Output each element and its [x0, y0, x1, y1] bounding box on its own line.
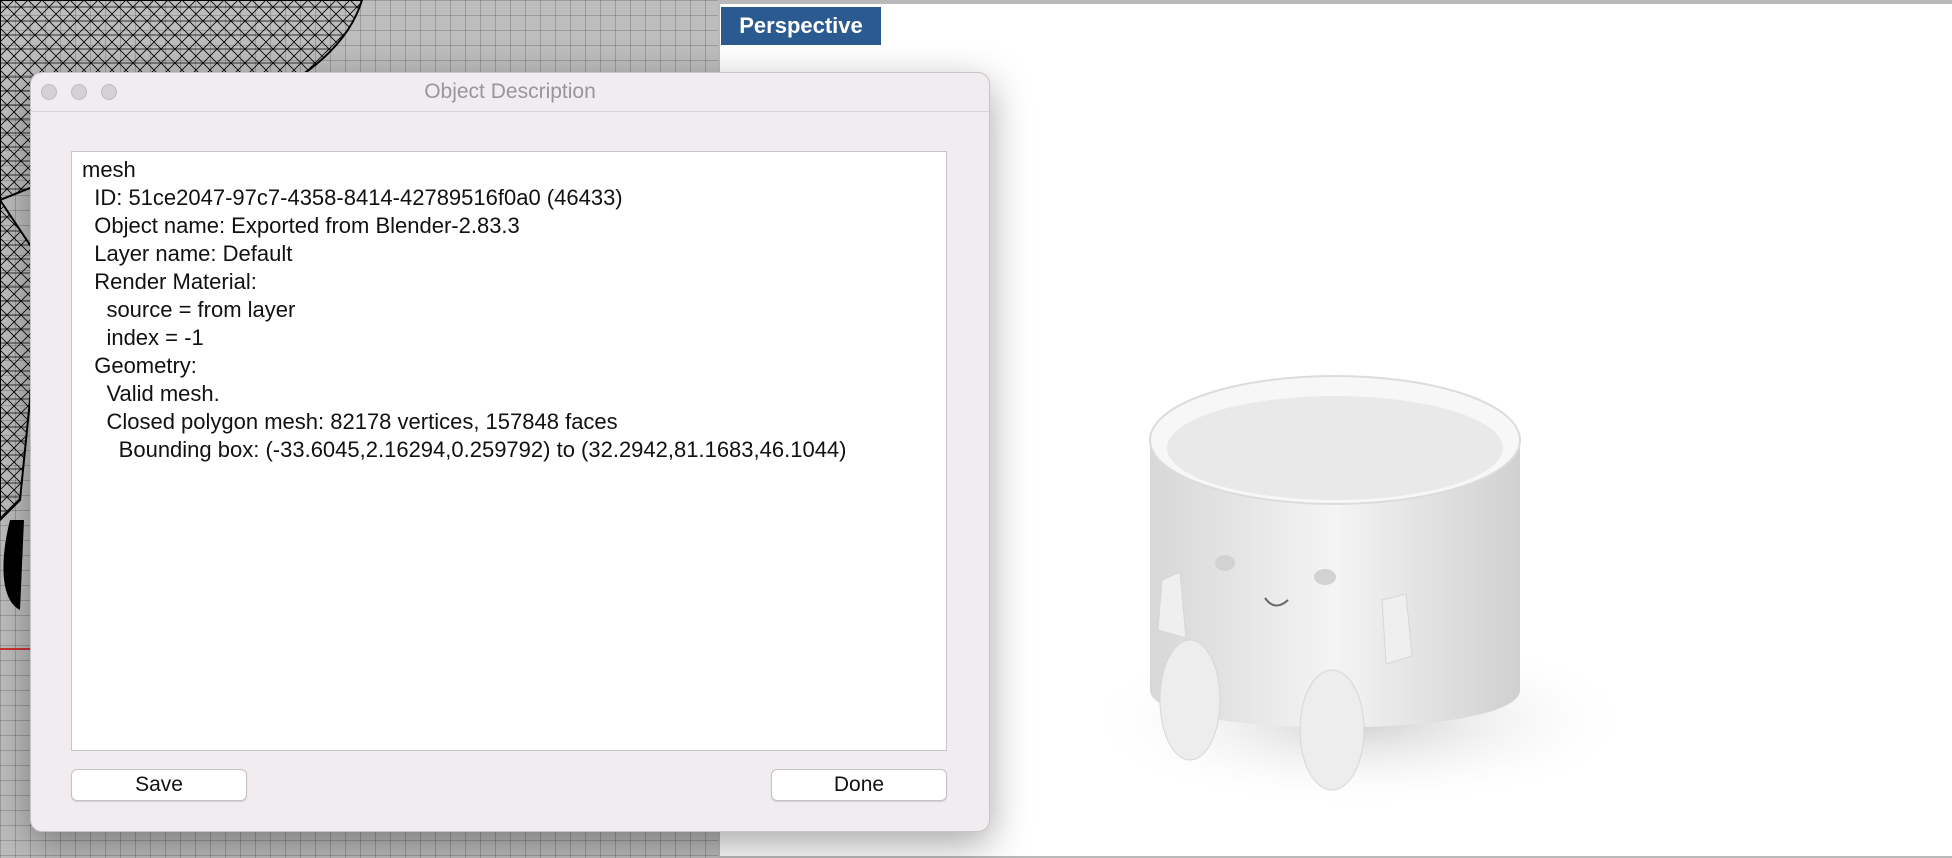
x-axis-line: [0, 648, 32, 650]
description-line: Geometry:: [82, 353, 197, 378]
rendered-cup-model: [1080, 375, 1620, 810]
object-description-dialog: Object Description mesh ID: 51ce2047-97c…: [30, 72, 990, 832]
description-line: Closed polygon mesh: 82178 vertices, 157…: [82, 409, 618, 434]
description-line: ID: 51ce2047-97c7-4358-8414-42789516f0a0…: [82, 185, 623, 210]
save-button[interactable]: Save: [71, 769, 247, 801]
description-line: Bounding box: (-33.6045,2.16294,0.259792…: [82, 437, 847, 462]
perspective-viewport-label[interactable]: Perspective: [721, 7, 881, 45]
description-line: Valid mesh.: [82, 381, 220, 406]
description-line: Object name: Exported from Blender-2.83.…: [82, 213, 520, 238]
dialog-titlebar[interactable]: Object Description: [31, 73, 989, 112]
description-line: source = from layer: [82, 297, 296, 322]
description-line: Render Material:: [82, 269, 257, 294]
done-button[interactable]: Done: [771, 769, 947, 801]
object-description-text-area[interactable]: mesh ID: 51ce2047-97c7-4358-8414-4278951…: [71, 151, 947, 751]
description-line: mesh: [82, 157, 136, 182]
description-line: Layer name: Default: [82, 241, 293, 266]
dialog-title: Object Description: [424, 80, 596, 103]
description-line: index = -1: [82, 325, 204, 350]
